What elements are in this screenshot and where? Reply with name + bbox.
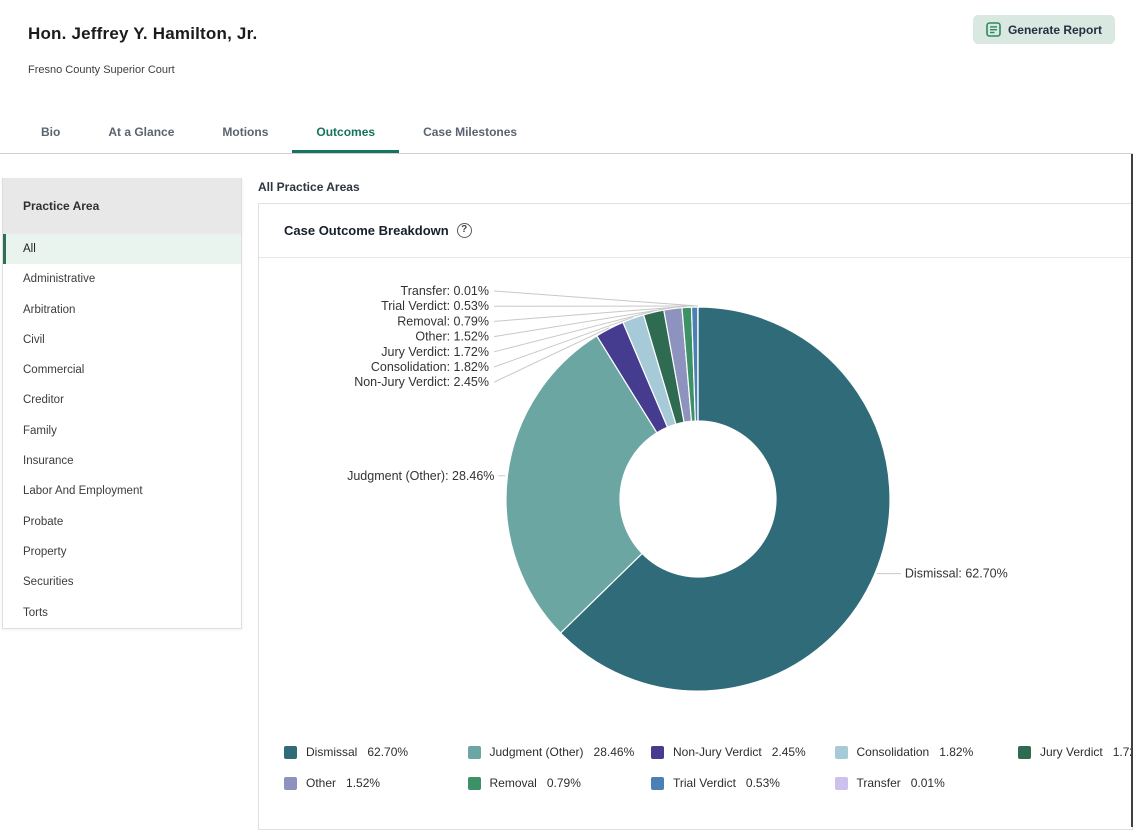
sidebar-item-probate[interactable]: Probate bbox=[3, 507, 241, 537]
legend-swatch bbox=[284, 777, 297, 790]
tab-bar: BioAt a GlanceMotionsOutcomesCase Milest… bbox=[0, 113, 1133, 154]
legend-item-other[interactable]: Other 1.52% bbox=[284, 776, 468, 790]
judge-name: Hon. Jeffrey Y. Hamilton, Jr. bbox=[28, 24, 1105, 44]
legend-swatch bbox=[468, 777, 481, 790]
legend-item-trial-verdict[interactable]: Trial Verdict 0.53% bbox=[651, 776, 835, 790]
outcome-donut-chart: Transfer: 0.01%Trial Verdict: 0.53%Remov… bbox=[259, 258, 1133, 738]
legend-value: 2.45% bbox=[772, 745, 806, 759]
legend-value: 28.46% bbox=[594, 745, 635, 759]
sidebar-item-securities[interactable]: Securities bbox=[3, 567, 241, 597]
sidebar-item-administrative[interactable]: Administrative bbox=[3, 264, 241, 294]
leader-line bbox=[494, 291, 698, 306]
legend-swatch bbox=[651, 746, 664, 759]
legend-label: Jury Verdict bbox=[1040, 745, 1103, 759]
sidebar-item-torts[interactable]: Torts bbox=[3, 598, 241, 628]
practice-area-sidebar: Practice Area AllAdministrativeArbitrati… bbox=[2, 178, 242, 629]
generate-report-button[interactable]: Generate Report bbox=[973, 15, 1115, 44]
legend-value: 1.82% bbox=[939, 745, 973, 759]
card-title: Case Outcome Breakdown bbox=[284, 223, 449, 238]
legend-swatch bbox=[284, 746, 297, 759]
sidebar-item-labor-and-employment[interactable]: Labor And Employment bbox=[3, 476, 241, 506]
legend-label: Non-Jury Verdict bbox=[673, 745, 762, 759]
slice-callout-label: Non-Jury Verdict: 2.45% bbox=[354, 375, 489, 389]
slice-callout-label: Trial Verdict: 0.53% bbox=[381, 299, 489, 313]
legend-item-dismissal[interactable]: Dismissal 62.70% bbox=[284, 745, 468, 759]
legend-label: Trial Verdict bbox=[673, 776, 736, 790]
slice-callout-label: Removal: 0.79% bbox=[397, 314, 489, 328]
report-icon bbox=[986, 22, 1001, 37]
legend-item-removal[interactable]: Removal 0.79% bbox=[468, 776, 652, 790]
legend-item-jury-verdict[interactable]: Jury Verdict 1.72% bbox=[1018, 745, 1133, 759]
slice-callout-label: Judgment (Other): 28.46% bbox=[347, 469, 494, 483]
help-icon[interactable]: ? bbox=[457, 223, 472, 238]
legend-swatch bbox=[468, 746, 481, 759]
legend-value: 0.53% bbox=[746, 776, 780, 790]
legend-swatch bbox=[835, 777, 848, 790]
generate-report-label: Generate Report bbox=[1008, 23, 1102, 37]
legend-label: Other bbox=[306, 776, 336, 790]
court-name: Fresno County Superior Court bbox=[28, 64, 1105, 76]
legend-label: Consolidation bbox=[857, 745, 930, 759]
tab-outcomes[interactable]: Outcomes bbox=[292, 113, 399, 153]
legend-label: Transfer bbox=[857, 776, 901, 790]
sidebar-item-all[interactable]: All bbox=[3, 234, 241, 264]
sidebar-item-civil[interactable]: Civil bbox=[3, 325, 241, 355]
sidebar-item-family[interactable]: Family bbox=[3, 416, 241, 446]
sidebar-item-commercial[interactable]: Commercial bbox=[3, 355, 241, 385]
main-content: All Practice Areas Case Outcome Breakdow… bbox=[258, 178, 1133, 830]
slice-callout-label: Transfer: 0.01% bbox=[401, 284, 489, 298]
sidebar-title: Practice Area bbox=[3, 178, 241, 234]
legend-item-consolidation[interactable]: Consolidation 1.82% bbox=[835, 745, 1019, 759]
legend-value: 1.72% bbox=[1113, 745, 1133, 759]
legend-label: Judgment (Other) bbox=[490, 745, 584, 759]
slice-callout-label: Consolidation: 1.82% bbox=[371, 360, 489, 374]
practice-area-list: AllAdministrativeArbitrationCivilCommerc… bbox=[3, 234, 241, 628]
legend-swatch bbox=[835, 746, 848, 759]
card-header: Case Outcome Breakdown ? bbox=[259, 204, 1132, 258]
tab-bio[interactable]: Bio bbox=[17, 113, 84, 153]
legend-item-non-jury-verdict[interactable]: Non-Jury Verdict 2.45% bbox=[651, 745, 835, 759]
legend-item-transfer[interactable]: Transfer 0.01% bbox=[835, 776, 1019, 790]
legend-value: 1.52% bbox=[346, 776, 380, 790]
slice-callout-label: Dismissal: 62.70% bbox=[905, 567, 1008, 581]
slice-callout-label: Other: 1.52% bbox=[415, 330, 489, 344]
legend-value: 0.79% bbox=[547, 776, 581, 790]
legend-item-judgment-other[interactable]: Judgment (Other) 28.46% bbox=[468, 745, 652, 759]
breadcrumb: All Practice Areas bbox=[258, 180, 1133, 194]
tab-motions[interactable]: Motions bbox=[198, 113, 292, 153]
slice-callout-label: Jury Verdict: 1.72% bbox=[381, 345, 489, 359]
outcome-card: Case Outcome Breakdown ? Transfer: 0.01%… bbox=[258, 203, 1133, 830]
legend-value: 0.01% bbox=[911, 776, 945, 790]
sidebar-item-creditor[interactable]: Creditor bbox=[3, 385, 241, 415]
tab-case-milestones[interactable]: Case Milestones bbox=[399, 113, 541, 153]
legend-value: 62.70% bbox=[367, 745, 408, 759]
legend-label: Removal bbox=[490, 776, 537, 790]
page-header: Hon. Jeffrey Y. Hamilton, Jr. Fresno Cou… bbox=[0, 0, 1133, 113]
legend-swatch bbox=[1018, 746, 1031, 759]
sidebar-item-insurance[interactable]: Insurance bbox=[3, 446, 241, 476]
sidebar-item-property[interactable]: Property bbox=[3, 537, 241, 567]
tab-at-a-glance[interactable]: At a Glance bbox=[84, 113, 198, 153]
sidebar-item-arbitration[interactable]: Arbitration bbox=[3, 295, 241, 325]
legend-swatch bbox=[651, 777, 664, 790]
legend-label: Dismissal bbox=[306, 745, 357, 759]
chart-legend: Dismissal 62.70% Judgment (Other) 28.46% Non… bbox=[259, 745, 1132, 790]
